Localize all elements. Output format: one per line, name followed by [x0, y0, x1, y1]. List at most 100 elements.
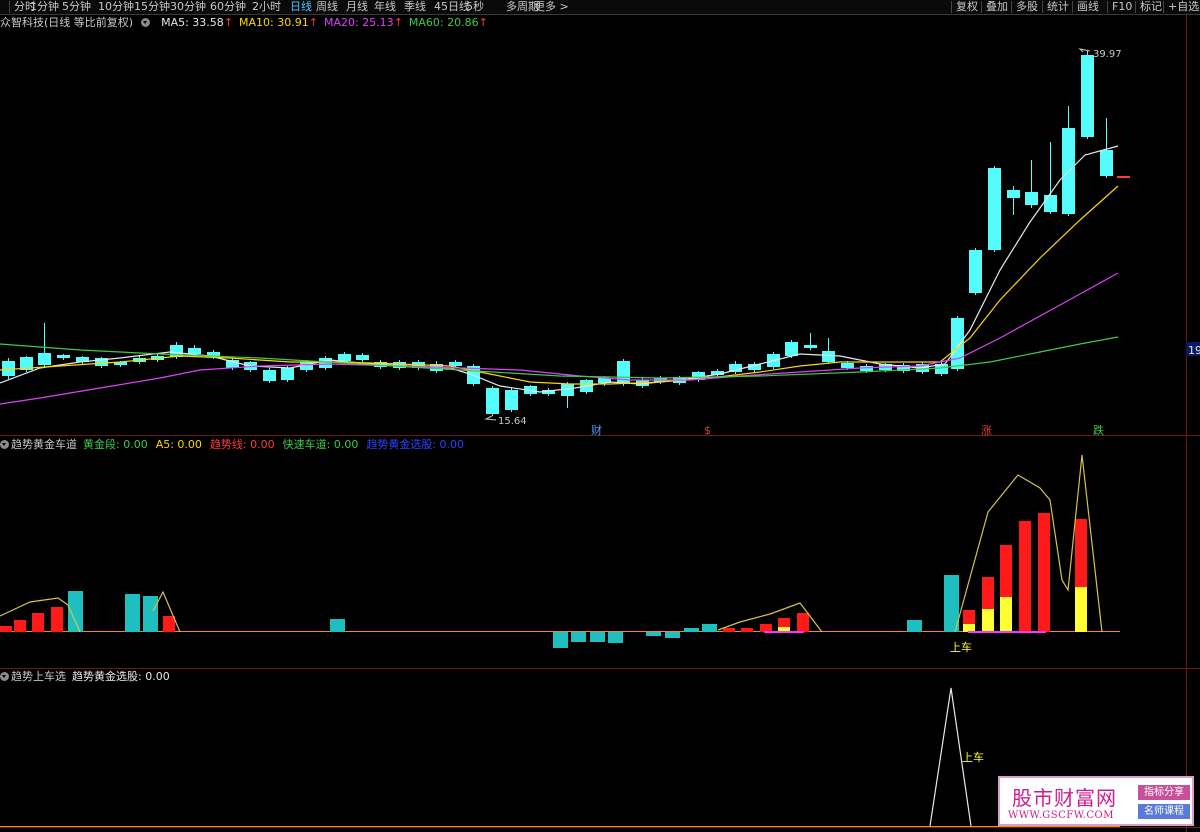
- candlestick: [951, 318, 964, 369]
- indicator-bar: [760, 624, 772, 632]
- toolbar-button[interactable]: 叠加: [986, 0, 1008, 14]
- candlestick: [281, 368, 294, 380]
- indicator-bar: [330, 619, 345, 632]
- ma-label: MA5: 33.58: [161, 16, 224, 29]
- toolbar-button[interactable]: +自选: [1168, 0, 1199, 14]
- up-arrow-icon: ↑: [308, 16, 318, 29]
- toolbar-button[interactable]: 标记: [1140, 0, 1162, 14]
- candlestick: [1100, 150, 1113, 176]
- period-tab[interactable]: 5秒: [466, 0, 484, 14]
- ma-label: MA20: 25.13: [323, 16, 394, 29]
- chart-area: 1939.9715.64财 $ 涨跌上车上车: [0, 15, 1200, 832]
- period-tab[interactable]: 45日线: [434, 0, 470, 14]
- indicator-bar: [665, 632, 680, 638]
- toolbar-button[interactable]: F10: [1112, 0, 1132, 14]
- toolbar-divider: [1163, 1, 1164, 13]
- indicator-bar: [702, 624, 717, 632]
- toolbar-divider: [1042, 1, 1043, 13]
- indicator-bar: [14, 620, 26, 632]
- indicator-value: 趋势线: 0.00: [209, 438, 275, 451]
- indicator-bar: [982, 609, 994, 632]
- toolbar-divider: [1107, 1, 1108, 13]
- candlestick: [1025, 192, 1038, 205]
- indicator-bar: [963, 624, 975, 632]
- period-tab[interactable]: 日线: [290, 0, 312, 14]
- candlestick: [1007, 190, 1020, 198]
- period-tab[interactable]: 30分钟: [170, 0, 206, 14]
- indicator-bar: [1000, 597, 1012, 632]
- stock-name: 众智科技: [0, 16, 44, 29]
- period-tab[interactable]: 5分钟: [62, 0, 91, 14]
- ma-label: MA10: 30.91: [239, 16, 309, 29]
- dropdown-icon[interactable]: [140, 18, 150, 27]
- selector-value: 趋势黄金选股: 0.00: [72, 670, 170, 683]
- period-tab[interactable]: 月线: [346, 0, 368, 14]
- candlestick: [988, 168, 1001, 250]
- toolbar-button[interactable]: 画线: [1077, 0, 1099, 14]
- period-tab[interactable]: 周线: [316, 0, 338, 14]
- indicator-bar: [0, 626, 12, 632]
- toolbar-divider: [1072, 1, 1073, 13]
- high-price-label: 39.97: [1093, 49, 1122, 60]
- watermark-url: WWW.GSCFW.COM: [1008, 810, 1114, 821]
- event-marker: 涨: [981, 424, 992, 437]
- indicator-panel-header: 趋势黄金车道 黄金段: 0.00 A5: 0.00 趋势线: 0.00 快速车道: 0.…: [0, 438, 472, 452]
- watermark-tag-share: 指标分享: [1138, 785, 1190, 800]
- candlestick: [505, 390, 518, 410]
- candlestick: [1081, 55, 1094, 137]
- price-axis-label: 19: [1188, 344, 1200, 357]
- period-tab[interactable]: 季线: [404, 0, 426, 14]
- event-marker: $: [704, 424, 711, 437]
- up-arrow-icon: ↑: [223, 16, 234, 29]
- event-marker: 跌: [1093, 423, 1104, 437]
- indicator-bar: [646, 632, 661, 636]
- indicator-bar: [571, 632, 586, 642]
- toolbar-divider: [1011, 1, 1012, 13]
- candlestick: [38, 353, 51, 365]
- candlestick: [804, 345, 817, 348]
- period-tab[interactable]: 1分钟: [30, 0, 59, 14]
- indicator-bar: [51, 607, 63, 632]
- candlestick: [1117, 176, 1130, 178]
- period-toolbar: 分时 1分钟 5分钟 10分钟 15分钟 30分钟 60分钟 2小时 日线 周线 月线 年线 季线 45日…: [0, 0, 1200, 15]
- indicator-name: 趋势黄金车道: [11, 438, 77, 451]
- candlestick: [486, 388, 499, 414]
- event-marker: 财: [591, 423, 602, 437]
- selector-panel-header: 趋势上车选 趋势黄金选股: 0.00: [0, 670, 170, 684]
- indicator-value: 黄金段: 0.00: [83, 438, 148, 451]
- toolbar-button[interactable]: 统计: [1047, 0, 1069, 14]
- candlestick: [822, 351, 835, 362]
- indicator-bar: [143, 596, 158, 632]
- indicator-bar: [590, 632, 605, 642]
- period-tab[interactable]: 15分钟: [134, 0, 170, 14]
- low-price-label: 15.64: [498, 416, 527, 427]
- candlestick: [263, 370, 276, 381]
- buy-signal-label: 上车: [950, 640, 972, 654]
- indicator-bar: [32, 613, 44, 632]
- candlestick: [1044, 195, 1057, 212]
- watermark-logo: 股市财富网 WWW.GSCFW.COM 指标分享 名师课程: [998, 776, 1194, 826]
- period-tab[interactable]: 10分钟: [98, 0, 134, 14]
- watermark-title: 股市财富网: [1012, 786, 1117, 810]
- candlestick: [561, 384, 574, 396]
- selector-name: 趋势上车选: [11, 670, 66, 683]
- period-tab[interactable]: 60分钟: [210, 0, 246, 14]
- high-pointer: [1078, 48, 1091, 53]
- toolbar-button[interactable]: 多股: [1016, 0, 1038, 14]
- watermark-tag-course: 名师课程: [1138, 804, 1190, 819]
- period-tab[interactable]: 年线: [374, 0, 396, 14]
- chart-mode: (日线 等比前复权): [44, 16, 134, 29]
- indicator-bar: [797, 613, 809, 632]
- candlestick: [338, 354, 351, 361]
- indicator-bar: [907, 620, 922, 632]
- indicator-values: 黄金段: 0.00 A5: 0.00 趋势线: 0.00 快速车道: 0.00 趋势黄金…: [83, 438, 472, 451]
- indicator-bar: [608, 632, 623, 643]
- indicator-menu-icon[interactable]: [0, 440, 9, 449]
- selector-menu-icon[interactable]: [0, 672, 9, 681]
- period-tab[interactable]: 2小时: [252, 0, 281, 14]
- toolbar-divider: [9, 1, 10, 13]
- candlestick: [449, 362, 462, 366]
- toolbar-button[interactable]: 复权: [956, 0, 978, 14]
- candlestick: [969, 250, 982, 293]
- period-tab[interactable]: 更多 >: [534, 0, 569, 14]
